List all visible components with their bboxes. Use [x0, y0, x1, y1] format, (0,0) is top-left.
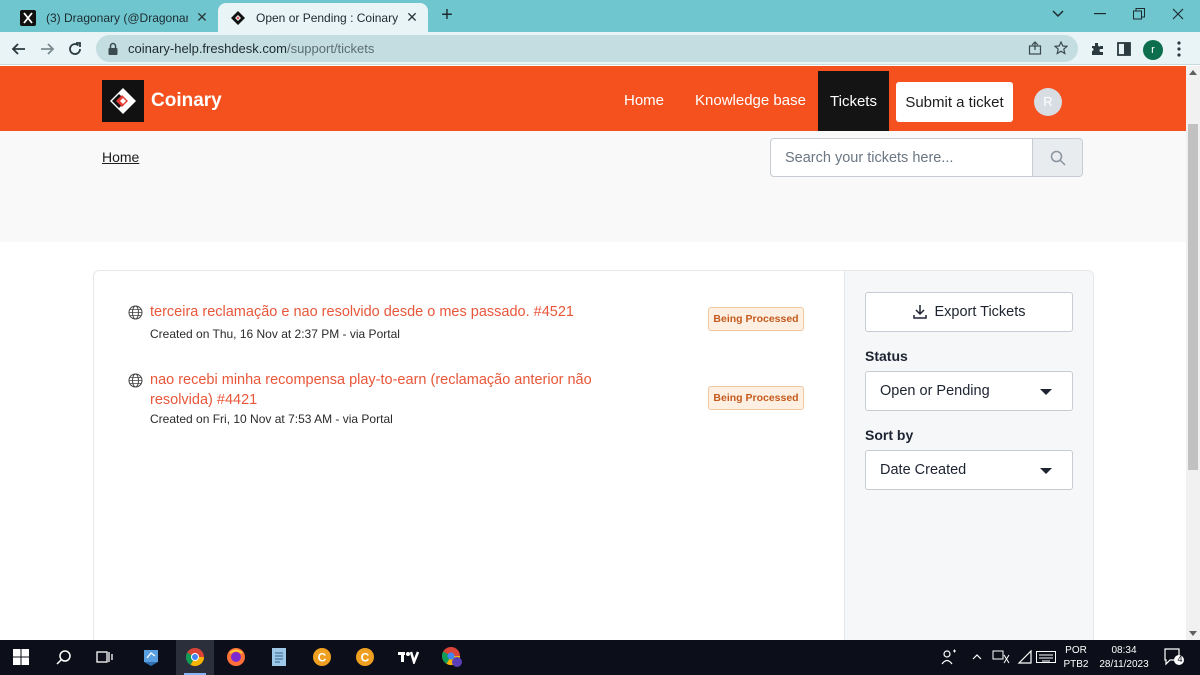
chevron-up-icon[interactable]	[966, 646, 988, 668]
search-button[interactable]	[1032, 139, 1082, 176]
close-tab-icon[interactable]: ✕	[194, 9, 210, 26]
chrome-icon[interactable]	[184, 646, 206, 668]
coin-app-icon[interactable]: C	[311, 646, 333, 668]
tab-dragonary[interactable]: (3) Dragonary (@DragonaryGam ✕	[8, 3, 218, 32]
wifi-icon[interactable]	[1014, 646, 1036, 668]
nav-knowledge-base[interactable]: Knowledge base	[695, 92, 806, 109]
sort-select[interactable]: Date Created	[865, 450, 1073, 490]
scrollbar-thumb[interactable]	[1188, 124, 1198, 470]
people-icon[interactable]	[938, 646, 960, 668]
back-icon[interactable]	[8, 38, 30, 60]
forward-icon[interactable]	[36, 38, 58, 60]
bookmark-star-icon[interactable]	[1054, 41, 1068, 55]
keyboard-layout[interactable]: PTB2	[1061, 658, 1091, 671]
scroll-down-icon[interactable]	[1189, 631, 1197, 636]
tab-title: Open or Pending : Coinary	[256, 10, 398, 25]
minimize-icon[interactable]	[1088, 4, 1112, 24]
metatrader-icon[interactable]	[140, 646, 162, 668]
network-icon[interactable]	[990, 646, 1012, 668]
status-badge: Being Processed	[708, 386, 804, 410]
close-tab-icon[interactable]: ✕	[404, 9, 420, 26]
coinary-favicon-icon	[231, 10, 245, 25]
status-select-value: Open or Pending	[880, 383, 990, 399]
sort-select-value: Date Created	[880, 462, 967, 478]
lock-icon	[108, 42, 118, 55]
status-badge: Being Processed	[708, 307, 804, 331]
status-select[interactable]: Open or Pending	[865, 371, 1073, 411]
chevron-down-icon	[1040, 468, 1052, 474]
user-avatar[interactable]: R	[1034, 88, 1062, 116]
sort-label: Sort by	[865, 427, 914, 443]
globe-icon	[128, 373, 143, 388]
ticket-filters-sidebar: Export Tickets Status Open or Pending So…	[844, 271, 1093, 640]
address-bar[interactable]: coinary-help.freshdesk.com/support/ticke…	[96, 35, 1078, 62]
clock-time[interactable]: 08:34	[1094, 644, 1154, 657]
breadcrumb-home[interactable]: Home	[102, 149, 139, 165]
extensions-icon[interactable]	[1086, 38, 1108, 60]
ticket-meta: Created on Thu, 16 Nov at 2:37 PM - via …	[150, 327, 400, 341]
url-path: /support/tickets	[286, 41, 375, 56]
keyboard-icon[interactable]	[1035, 646, 1057, 668]
page-scrollbar[interactable]	[1186, 66, 1200, 640]
input-language[interactable]: POR	[1063, 644, 1089, 657]
nav-tickets[interactable]: Tickets	[818, 71, 889, 131]
tradingview-icon[interactable]	[397, 646, 419, 668]
ticket-title-link[interactable]: terceira reclamação e nao resolvido desd…	[150, 302, 600, 322]
export-tickets-button[interactable]: Export Tickets	[865, 292, 1073, 332]
chrome-profile-icon[interactable]	[441, 646, 463, 668]
site-header: Coinary Home Knowledge base Tickets Subm…	[0, 66, 1186, 131]
browser-toolbar: coinary-help.freshdesk.com/support/ticke…	[0, 32, 1200, 65]
ticket-search-input[interactable]: Search your tickets here...	[770, 138, 1083, 177]
coinary-logo-icon	[110, 88, 136, 114]
notepad-icon[interactable]	[268, 646, 290, 668]
menu-dots-icon[interactable]	[1168, 38, 1190, 60]
tab-search-icon[interactable]	[1046, 4, 1070, 24]
coin-app-icon[interactable]: C	[354, 646, 376, 668]
download-icon	[913, 305, 928, 319]
reload-icon[interactable]	[64, 38, 86, 60]
search-icon[interactable]	[53, 646, 75, 668]
page-viewport: Coinary Home Knowledge base Tickets Subm…	[0, 66, 1186, 640]
scroll-up-icon[interactable]	[1189, 70, 1197, 75]
clock-date[interactable]: 28/11/2023	[1094, 658, 1154, 671]
globe-icon	[128, 305, 143, 320]
search-icon	[1050, 150, 1066, 166]
tickets-card: terceira reclamação e nao resolvido desd…	[93, 270, 1094, 640]
nav-home[interactable]: Home	[624, 92, 664, 109]
browser-tab-bar: (3) Dragonary (@DragonaryGam ✕ Open or P…	[0, 0, 1200, 32]
task-view-icon[interactable]	[94, 646, 116, 668]
ticket-title-link[interactable]: nao recebi minha recompensa play-to-earn…	[150, 370, 600, 410]
submit-ticket-button[interactable]: Submit a ticket	[896, 82, 1013, 122]
svg-text:C: C	[318, 651, 327, 665]
share-icon[interactable]	[1028, 41, 1042, 55]
brand-name[interactable]: Coinary	[151, 90, 222, 112]
restore-icon[interactable]	[1127, 4, 1151, 24]
windows-start-icon[interactable]	[10, 646, 32, 668]
search-placeholder: Search your tickets here...	[785, 150, 954, 166]
svg-text:C: C	[361, 651, 370, 665]
side-panel-icon[interactable]	[1113, 38, 1135, 60]
notifications-icon[interactable]: 4	[1163, 646, 1185, 668]
status-label: Status	[865, 348, 908, 364]
export-label: Export Tickets	[934, 304, 1026, 320]
tab-title: (3) Dragonary (@DragonaryGam	[46, 10, 188, 25]
firefox-icon[interactable]	[225, 646, 247, 668]
ticket-meta: Created on Fri, 10 Nov at 7:53 AM - via …	[150, 412, 393, 426]
close-window-icon[interactable]	[1166, 4, 1190, 24]
new-tab-button[interactable]: +	[436, 5, 458, 27]
x-logo-icon	[20, 9, 36, 26]
windows-taskbar: C C POR PTB2 08:34 28/11/2023 4	[0, 640, 1200, 675]
coinary-logo[interactable]	[102, 80, 144, 122]
chevron-down-icon	[1040, 389, 1052, 395]
tab-coinary[interactable]: Open or Pending : Coinary ✕	[218, 3, 428, 32]
notification-count: 4	[1177, 654, 1183, 664]
browser-profile-avatar[interactable]: r	[1143, 40, 1163, 60]
url-host: coinary-help.freshdesk.com	[128, 41, 287, 56]
